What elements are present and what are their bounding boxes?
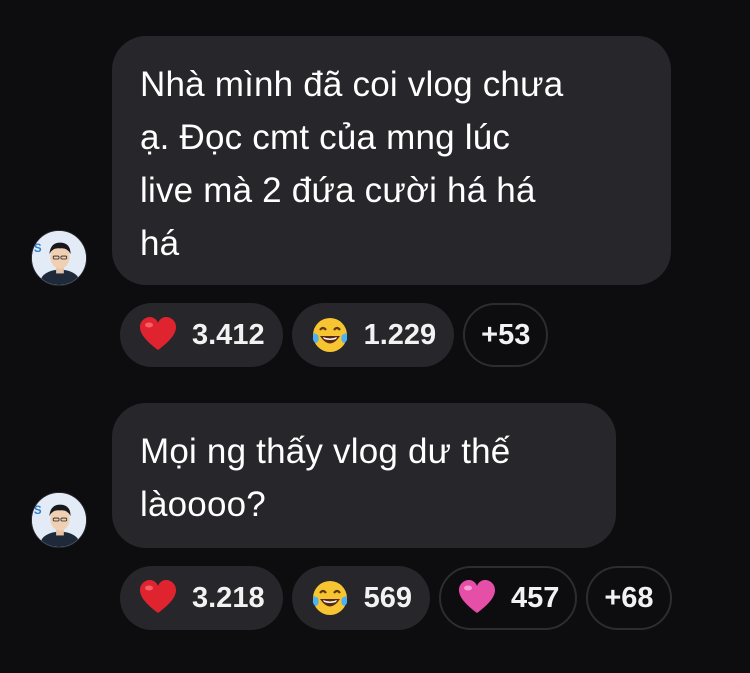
reaction-laugh[interactable]: 1.229 xyxy=(291,303,455,367)
reaction-count: 3.412 xyxy=(192,318,265,351)
red-heart-icon xyxy=(138,578,178,618)
pink-heart-icon xyxy=(457,578,497,618)
avatar[interactable]: S xyxy=(31,492,87,548)
reaction-count: 3.218 xyxy=(192,581,265,614)
red-heart-icon xyxy=(138,315,178,355)
reaction-laugh[interactable]: 569 xyxy=(291,566,430,630)
reaction-heart[interactable]: 3.412 xyxy=(120,303,283,367)
svg-text:S: S xyxy=(34,505,42,517)
reaction-count: 457 xyxy=(510,581,560,614)
laughing-tears-icon xyxy=(310,578,350,618)
laughing-tears-icon xyxy=(310,315,350,355)
reaction-count: 1.229 xyxy=(363,318,437,351)
reaction-heart[interactable]: 3.218 xyxy=(120,566,283,630)
message-bubble[interactable]: Nhà mình đã coi vlog chưa ạ. Đọc cmt của… xyxy=(112,36,671,285)
more-reactions-count: +53 xyxy=(481,318,531,351)
svg-text:S: S xyxy=(34,243,42,255)
reaction-pink-heart[interactable]: 457 xyxy=(438,566,578,630)
avatar[interactable]: S xyxy=(31,230,87,286)
message-bubble[interactable]: Mọi ng thấy vlog dư thế làoooo? xyxy=(112,403,616,548)
more-reactions-button[interactable]: +68 xyxy=(586,566,672,630)
more-reactions-button[interactable]: +53 xyxy=(463,303,549,367)
more-reactions-count: +68 xyxy=(604,581,654,614)
reaction-count: 569 xyxy=(363,581,412,614)
